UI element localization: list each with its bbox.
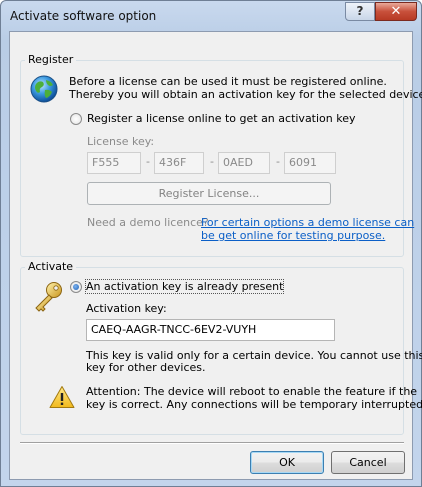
license-key-field-4[interactable]: 6091 <box>284 152 336 174</box>
register-license-button[interactable]: Register License... <box>87 182 331 205</box>
license-key-dash: - <box>146 155 150 168</box>
register-online-radio[interactable] <box>70 113 82 125</box>
ok-button[interactable]: OK <box>250 451 324 474</box>
register-group: Register Before a license can be used it… <box>20 53 422 257</box>
demo-license-link-line2[interactable]: be get online for testing purpose. <box>201 229 385 242</box>
globe-icon <box>30 75 58 103</box>
license-key-field-2[interactable]: 436F <box>154 152 204 174</box>
activate-group: Activate An activation key is already pr… <box>20 260 422 435</box>
warning-line2: key is correct. Any connections will be … <box>86 398 422 411</box>
close-button[interactable]: ✕ <box>375 2 417 21</box>
key-note-line2: key for other devices. <box>86 361 206 374</box>
button-separator <box>20 442 404 444</box>
help-button[interactable]: ? <box>345 2 375 21</box>
key-present-radio[interactable] <box>70 281 82 293</box>
activate-group-title: Activate <box>25 260 77 273</box>
license-key-field-1[interactable]: F555 <box>87 152 141 174</box>
key-present-radio-label[interactable]: An activation key is already present <box>84 279 285 294</box>
demo-license-link-line1[interactable]: For certain options a demo license can <box>201 216 414 229</box>
window-title: Activate software option <box>10 9 157 23</box>
license-key-label: License key: <box>87 135 155 148</box>
activation-key-input[interactable]: CAEQ-AAGR-TNCC-6EV2-VUYH <box>86 319 335 341</box>
title-bar[interactable]: Activate software option ? ✕ <box>1 1 421 31</box>
key-icon <box>31 280 65 314</box>
license-key-dash: - <box>210 155 214 168</box>
register-group-title: Register <box>25 53 77 66</box>
warning-icon <box>49 385 75 409</box>
register-online-radio-label[interactable]: Register a license online to get an acti… <box>87 112 356 125</box>
activation-key-label: Activation key: <box>86 302 167 315</box>
license-key-field-3[interactable]: 0AED <box>218 152 270 174</box>
license-key-dash: - <box>276 155 280 168</box>
register-intro-line2: Thereby you will obtain an activation ke… <box>69 88 422 101</box>
cancel-button[interactable]: Cancel <box>331 451 405 474</box>
dialog-client-area: Register Before a license can be used it… <box>9 31 422 480</box>
dialog-window: Activate software option ? ✕ Register Be… <box>0 0 422 487</box>
register-intro-line1: Before a license can be used it must be … <box>69 75 387 88</box>
demo-license-label: Need a demo licence? <box>87 216 209 229</box>
warning-line1: Attention: The device will reboot to ena… <box>86 385 418 398</box>
